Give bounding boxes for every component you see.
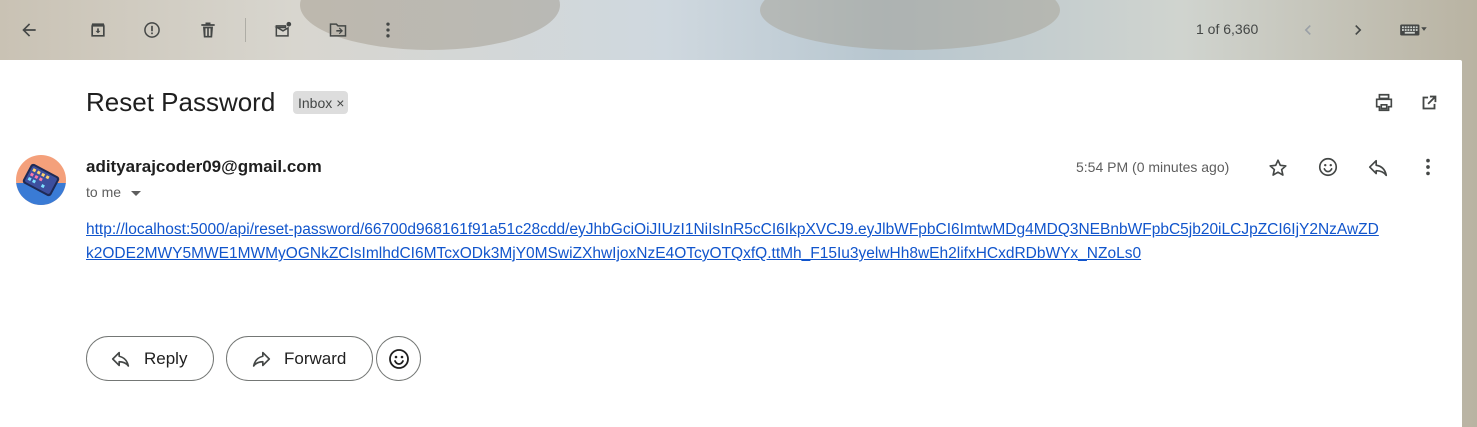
recipient-text: to me (86, 184, 122, 200)
add-reaction-button[interactable] (1310, 149, 1346, 185)
print-all-button[interactable] (1366, 85, 1402, 121)
mark-unread-button[interactable] (263, 10, 303, 50)
smiley-icon (1318, 157, 1338, 177)
mark-unread-icon (274, 21, 292, 37)
pagination-count: 1 of 6,360 (1196, 21, 1259, 37)
arrow-left-icon (22, 23, 36, 37)
message-timestamp: 5:54 PM (0 minutes ago) (1076, 159, 1230, 175)
message-panel: Reset Password Inbox × adityarajcoder09@… (0, 60, 1462, 427)
emoji-reaction-button[interactable] (376, 336, 421, 381)
report-spam-button[interactable] (132, 10, 172, 50)
chevron-right-icon (1355, 25, 1362, 35)
more-options-button[interactable] (368, 10, 408, 50)
folder-move-icon (329, 23, 347, 37)
input-tools-button[interactable] (1390, 10, 1436, 50)
open-in-new-icon (1422, 95, 1437, 110)
print-icon (1375, 93, 1393, 112)
message-toolbar: 1 of 6,360 (0, 0, 1477, 60)
sender-email: adityarajcoder09@gmail.com (86, 157, 322, 176)
archive-button[interactable] (78, 10, 118, 50)
avatar-phone-illustration-icon (16, 155, 66, 205)
star-button[interactable] (1260, 150, 1296, 186)
move-to-button[interactable] (318, 10, 358, 50)
message-more-button[interactable] (1410, 149, 1446, 185)
back-button[interactable] (9, 10, 49, 50)
forward-label: Forward (284, 348, 347, 368)
recipient-details-toggle[interactable]: to me (86, 184, 142, 200)
avatar (16, 155, 66, 205)
message-subject: Reset Password (86, 87, 276, 117)
trash-icon (201, 22, 215, 38)
star-outline-icon (1269, 159, 1287, 176)
label-text: Inbox (298, 94, 333, 111)
remove-label-icon[interactable]: × (336, 95, 344, 111)
more-vertical-icon (386, 22, 390, 38)
older-button[interactable] (1338, 10, 1378, 50)
reply-label: Reply (144, 348, 188, 368)
report-icon (144, 22, 160, 38)
reply-pill-button[interactable]: Reply (86, 336, 215, 381)
toolbar-divider (245, 18, 246, 42)
reply-icon (111, 351, 130, 367)
open-new-window-button[interactable] (1411, 85, 1447, 121)
reply-button[interactable] (1360, 150, 1396, 186)
delete-button[interactable] (188, 10, 228, 50)
forward-icon (252, 351, 271, 367)
chevron-left-icon (1304, 25, 1311, 35)
forward-pill-button[interactable]: Forward (226, 336, 374, 381)
inbox-label-chip[interactable]: Inbox × (293, 91, 349, 114)
more-vertical-icon (1426, 158, 1430, 176)
caret-down-icon (131, 190, 142, 196)
archive-icon (91, 23, 105, 37)
keyboard-icon (1400, 24, 1427, 36)
reply-icon (1368, 159, 1388, 177)
reset-password-link[interactable]: http://localhost:5000/api/reset-password… (86, 218, 1386, 266)
smiley-icon (388, 348, 409, 369)
newer-button[interactable] (1288, 10, 1328, 50)
